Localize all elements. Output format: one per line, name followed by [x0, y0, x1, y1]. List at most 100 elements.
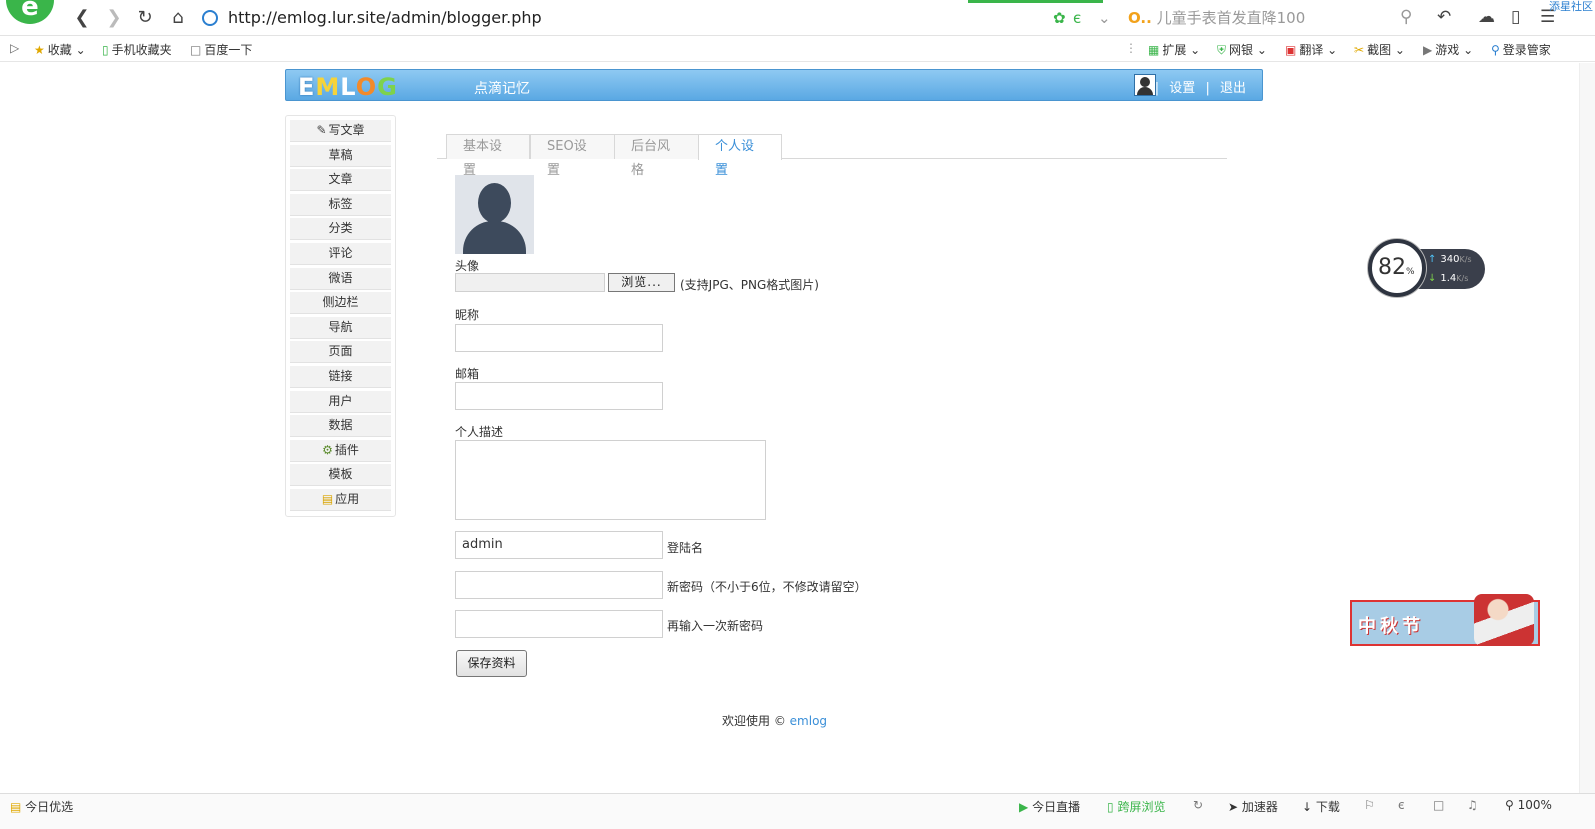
toolbar-extensions[interactable]: ▦ 扩展 ⌄: [1148, 41, 1200, 58]
arrow-down-icon: ↓: [1428, 273, 1437, 284]
toolbar-translate[interactable]: ▣ 翻译 ⌄: [1285, 41, 1337, 58]
sidebar-item-twitter[interactable]: 微语: [290, 267, 391, 290]
refresh-icon[interactable]: ↻: [133, 6, 157, 30]
page-viewport: EMLOG 点滴记忆 | 设置 | 退出 ✎ 写文章 草稿 文章 标签 分类 评论…: [0, 63, 1595, 793]
toolbar-games[interactable]: ▶ 游戏 ⌄: [1423, 41, 1473, 58]
address-bar[interactable]: http://emlog.lur.site/admin/blogger.php: [202, 5, 1082, 31]
tab-personal[interactable]: 个人设置: [698, 134, 782, 178]
page-footer: 欢迎使用 © emlog: [722, 714, 828, 728]
pencil-icon: ✎: [316, 123, 327, 137]
mobile-icon: ▯: [1107, 800, 1114, 814]
accelerate-icon[interactable]: ✿: [1053, 9, 1066, 27]
sidebar-item-categories[interactable]: 分类: [290, 218, 391, 241]
mobile-icon[interactable]: ▯: [1511, 7, 1520, 27]
cloud-icon[interactable]: ☁: [1478, 7, 1495, 27]
network-speed-widget[interactable]: ↑ 340K/s ↓ 1.4K/s 82%: [1368, 239, 1485, 299]
download-icon: ↓: [1302, 800, 1313, 814]
email-input[interactable]: [455, 382, 663, 410]
speed-panel: ↑ 340K/s ↓ 1.4K/s: [1418, 249, 1485, 289]
logout-link[interactable]: 退出: [1220, 81, 1246, 96]
sidebar-item-apps[interactable]: ▤ 应用: [290, 488, 391, 511]
plugin-icon: ⚙: [322, 442, 333, 457]
emlog-link[interactable]: emlog: [790, 714, 827, 728]
site-name-link[interactable]: 点滴记忆: [474, 78, 530, 98]
zoom-icon: ⚲: [1505, 798, 1514, 812]
nickname-label: 昵称: [455, 308, 480, 322]
sidebar-item-plugins[interactable]: ⚙ 插件: [290, 439, 391, 462]
search-input[interactable]: O.. 儿童手表首发直降100: [1128, 6, 1424, 30]
settings-link[interactable]: 设置: [1169, 81, 1195, 96]
tab-theme[interactable]: 后台风格: [614, 134, 699, 178]
ie-mode-icon[interactable]: є: [1073, 9, 1081, 27]
sidebar-item-tags[interactable]: 标签: [290, 193, 391, 216]
sidebar-item-pages[interactable]: 页面: [290, 341, 391, 364]
promo-banner[interactable]: 中秋节: [1350, 594, 1540, 646]
corner-link[interactable]: 添星社区: [1549, 0, 1593, 14]
toolbar-login-manager[interactable]: ⚲ 登录管家: [1491, 41, 1551, 58]
back-icon[interactable]: ❮: [70, 6, 94, 30]
extensions-icon: ▦: [1148, 43, 1160, 57]
tab-basic[interactable]: 基本设置: [446, 134, 530, 178]
status-refresh-icon[interactable]: ↻: [1193, 798, 1203, 812]
key-icon: ⚲: [1491, 43, 1500, 57]
page-icon: □: [190, 43, 202, 57]
gift-icon: ▤: [10, 800, 22, 814]
sidebar-item-drafts[interactable]: 草稿: [290, 144, 391, 167]
status-today-picks[interactable]: ▤ 今日优选: [10, 798, 73, 815]
sidebar-toggle-icon[interactable]: ▷: [10, 41, 19, 55]
status-cross-screen[interactable]: ▯ 跨屏浏览: [1107, 798, 1165, 815]
home-icon[interactable]: ⌂: [166, 6, 190, 30]
sidebar-item-data[interactable]: 数据: [290, 415, 391, 438]
avatar-file-input[interactable]: [455, 273, 605, 292]
save-profile-button[interactable]: 保存资料: [456, 650, 527, 677]
personal-settings-form: 头像 浏览... (支持JPG、PNG格式图片) 昵称 邮箱 个人描述 admi…: [455, 175, 1235, 735]
gamepad-icon: ▶: [1423, 43, 1433, 57]
new-password-input[interactable]: [455, 571, 663, 599]
status-bar: ▤ 今日优选 ▶ 今日直播 ▯ 跨屏浏览 ↻ ➤ 加速器 ↓ 下载 ⚐ є □ …: [0, 793, 1595, 829]
status-zoom[interactable]: ⚲ 100%: [1505, 798, 1552, 812]
nickname-input[interactable]: [455, 324, 663, 352]
browse-button[interactable]: 浏览...: [608, 273, 675, 292]
sidebar-item-templates[interactable]: 模板: [290, 464, 391, 487]
memory-usage-ring: 82%: [1368, 239, 1426, 297]
sidebar-item-write[interactable]: ✎ 写文章: [290, 120, 391, 142]
dropdown-icon[interactable]: ⌄: [1098, 9, 1111, 27]
window-icon[interactable]: □: [1433, 798, 1444, 812]
status-accelerator[interactable]: ➤ 加速器: [1228, 798, 1278, 815]
flag-icon[interactable]: ⚐: [1364, 798, 1375, 812]
sidebar-item-comments[interactable]: 评论: [290, 242, 391, 265]
sidebar-item-widgets[interactable]: 侧边栏: [290, 292, 391, 315]
browser-logo-icon[interactable]: e: [6, 0, 54, 24]
search-icon[interactable]: ⚲: [1400, 7, 1412, 27]
bookmark-mobile[interactable]: ▯ 手机收藏夹: [102, 41, 172, 58]
description-label: 个人描述: [455, 425, 504, 439]
emlog-logo[interactable]: EMLOG: [298, 73, 398, 101]
sidebar-item-navigation[interactable]: 导航: [290, 316, 391, 339]
ie-icon[interactable]: є: [1398, 798, 1405, 812]
page-scrollbar[interactable]: [1579, 63, 1595, 793]
toolbar-banking[interactable]: ⛨ 网银 ⌄: [1217, 41, 1267, 58]
email-label: 邮箱: [455, 367, 480, 381]
bookmarks-bar: ▷ ★ 收藏 ⌄ ▯ 手机收藏夹 □ 百度一下 ⋮ ▦ 扩展 ⌄ ⛨ 网银 ⌄ ▣ 翻译 ⌄…: [0, 36, 1595, 62]
repeat-password-input[interactable]: [455, 610, 663, 638]
rocket-icon: ➤: [1228, 800, 1239, 814]
sidebar-item-links[interactable]: 链接: [290, 365, 391, 388]
admin-sidebar: ✎ 写文章 草稿 文章 标签 分类 评论 微语 侧边栏 导航 页面 链接 用户 数…: [285, 115, 396, 517]
login-name-input[interactable]: admin: [455, 531, 663, 559]
shield-icon: ⛨: [1217, 43, 1227, 57]
toolbar-screenshot[interactable]: ✂ 截图 ⌄: [1354, 41, 1405, 58]
tab-seo[interactable]: SEO设置: [530, 134, 615, 178]
sidebar-item-users[interactable]: 用户: [290, 390, 391, 413]
description-textarea[interactable]: [455, 440, 766, 520]
more-icon[interactable]: ⋮: [1125, 41, 1137, 55]
status-download[interactable]: ↓ 下载: [1302, 798, 1340, 815]
volume-icon[interactable]: ♫: [1467, 798, 1478, 812]
bookmark-baidu[interactable]: □ 百度一下: [190, 41, 252, 58]
forward-icon[interactable]: ❯: [102, 6, 126, 30]
sidebar-item-articles[interactable]: 文章: [290, 169, 391, 192]
avatar-hint: (支持JPG、PNG格式图片): [680, 278, 819, 292]
bookmark-favorites[interactable]: ★ 收藏 ⌄: [34, 41, 86, 58]
undo-icon[interactable]: ↶: [1437, 7, 1451, 27]
status-live[interactable]: ▶ 今日直播: [1019, 798, 1080, 815]
promo-character-image: [1474, 594, 1534, 646]
